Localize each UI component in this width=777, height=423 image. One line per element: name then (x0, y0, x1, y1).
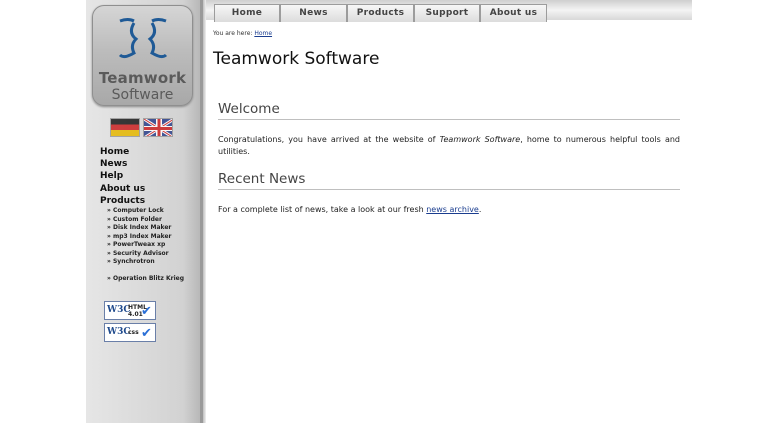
news-archive-link[interactable]: news archive (426, 205, 479, 214)
tab-news[interactable]: News (280, 4, 347, 22)
w3c-logo: W3C (107, 327, 131, 337)
tab-about-us[interactable]: About us (480, 4, 547, 22)
sidebar-item-products[interactable]: Products (100, 195, 145, 207)
right-margin (692, 0, 777, 423)
tab-home[interactable]: Home (214, 4, 280, 22)
sidebar-item-help[interactable]: Help (100, 170, 145, 182)
w3c-css-badge[interactable]: W3C css ✔ (104, 323, 156, 342)
checkmark-icon: ✔ (141, 304, 152, 319)
product-link-security-advisor[interactable]: » Security Advisor (107, 250, 184, 259)
breadcrumb: You are here: Home (213, 30, 272, 37)
product-link-mp3-index-maker[interactable]: » mp3 Index Maker (107, 233, 184, 242)
page-title: Teamwork Software (213, 49, 380, 69)
site-logo[interactable]: Teamwork Software (92, 5, 193, 106)
welcome-heading: Welcome (218, 101, 680, 120)
german-flag-icon[interactable] (110, 118, 140, 137)
uk-flag-icon[interactable] (143, 118, 173, 137)
sidebar-item-about-us[interactable]: About us (100, 183, 145, 195)
sidebar-nav: Home News Help About us Products (100, 146, 145, 207)
product-link-computer-lock[interactable]: » Computer Lock (107, 207, 184, 216)
tab-products[interactable]: Products (347, 4, 414, 22)
welcome-text: Congratulations, you have arrived at the… (218, 135, 681, 156)
breadcrumb-prefix: You are here: (213, 30, 253, 37)
product-link-synchrotron[interactable]: » Synchrotron (107, 258, 184, 267)
product-link-powertweax[interactable]: » PowerTweax xp (107, 241, 184, 250)
w3c-html-badge[interactable]: W3C HTML 4.01 ✔ (104, 301, 156, 320)
news-text: For a complete list of news, take a look… (218, 205, 482, 214)
left-margin (0, 0, 86, 423)
product-link-custom-folder[interactable]: » Custom Folder (107, 216, 184, 225)
company-name: Teamwork Software (439, 135, 521, 144)
badge-label: css (128, 329, 139, 336)
tab-support[interactable]: Support (414, 4, 480, 22)
sidebar-item-home[interactable]: Home (100, 146, 145, 158)
teamwork-logo-icon (118, 18, 168, 59)
w3c-logo: W3C (107, 305, 131, 315)
logo-text-software: Software (111, 87, 174, 103)
product-link-disk-index-maker[interactable]: » Disk Index Maker (107, 224, 184, 233)
sidebar-item-news[interactable]: News (100, 158, 145, 170)
product-link-operation-blitz-krieg[interactable]: » Operation Blitz Krieg (107, 275, 184, 284)
recent-news-heading: Recent News (218, 171, 680, 190)
checkmark-icon: ✔ (141, 326, 152, 341)
breadcrumb-home-link[interactable]: Home (254, 30, 272, 37)
products-subnav: » Computer Lock » Custom Folder » Disk I… (107, 207, 184, 284)
logo-text-teamwork: Teamwork (98, 69, 187, 87)
